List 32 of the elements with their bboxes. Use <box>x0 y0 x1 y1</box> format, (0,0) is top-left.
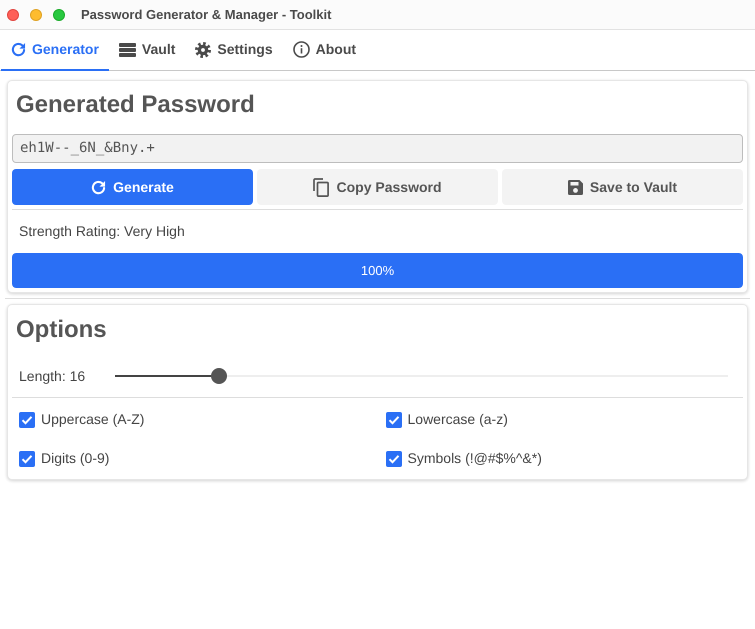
generate-button[interactable]: Generate <box>12 169 253 205</box>
section-heading: Options <box>16 315 108 345</box>
progress-percent: 100% <box>360 262 394 280</box>
slider-thumb[interactable] <box>211 368 228 384</box>
length-slider[interactable] <box>115 368 728 384</box>
checkbox-label[interactable]: Digits (0-9) <box>41 448 110 469</box>
refresh-icon <box>91 180 106 194</box>
maximize-window-icon[interactable] <box>53 8 65 20</box>
refresh-icon <box>11 42 26 57</box>
copy-button[interactable]: Copy Password <box>257 169 498 205</box>
tab[interactable]: Vault <box>108 30 186 71</box>
strength-label: Strength Rating: Very High <box>19 222 185 241</box>
close-window-icon[interactable] <box>7 8 19 20</box>
checkbox-checked-icon[interactable] <box>386 412 402 428</box>
tab[interactable]: About <box>282 30 366 71</box>
checkbox-checked-icon[interactable] <box>386 450 402 466</box>
section-heading: Generated Password <box>16 90 256 120</box>
window-title: Password Generator & Manager - Toolkit <box>81 6 332 24</box>
list-icon <box>118 42 136 56</box>
info-icon <box>292 41 310 58</box>
password-field[interactable]: eh1W--_6N_&Bny.+ <box>12 134 743 163</box>
save-button[interactable]: Save to Vault <box>502 169 743 205</box>
checkbox-label[interactable]: Symbols (!@#$%^&*) <box>408 448 542 469</box>
gear-icon <box>195 42 212 58</box>
tab[interactable]: Generator <box>1 30 109 71</box>
checkbox-checked-icon[interactable] <box>19 450 35 466</box>
tab[interactable]: Settings <box>185 30 283 71</box>
checkbox-checked-icon[interactable] <box>19 412 35 428</box>
length-label: Length: 16 <box>18 366 86 386</box>
copy-icon <box>313 178 330 196</box>
checkbox-label[interactable]: Uppercase (A-Z) <box>41 409 144 430</box>
checkbox-label[interactable]: Lowercase (a-z) <box>408 409 508 430</box>
